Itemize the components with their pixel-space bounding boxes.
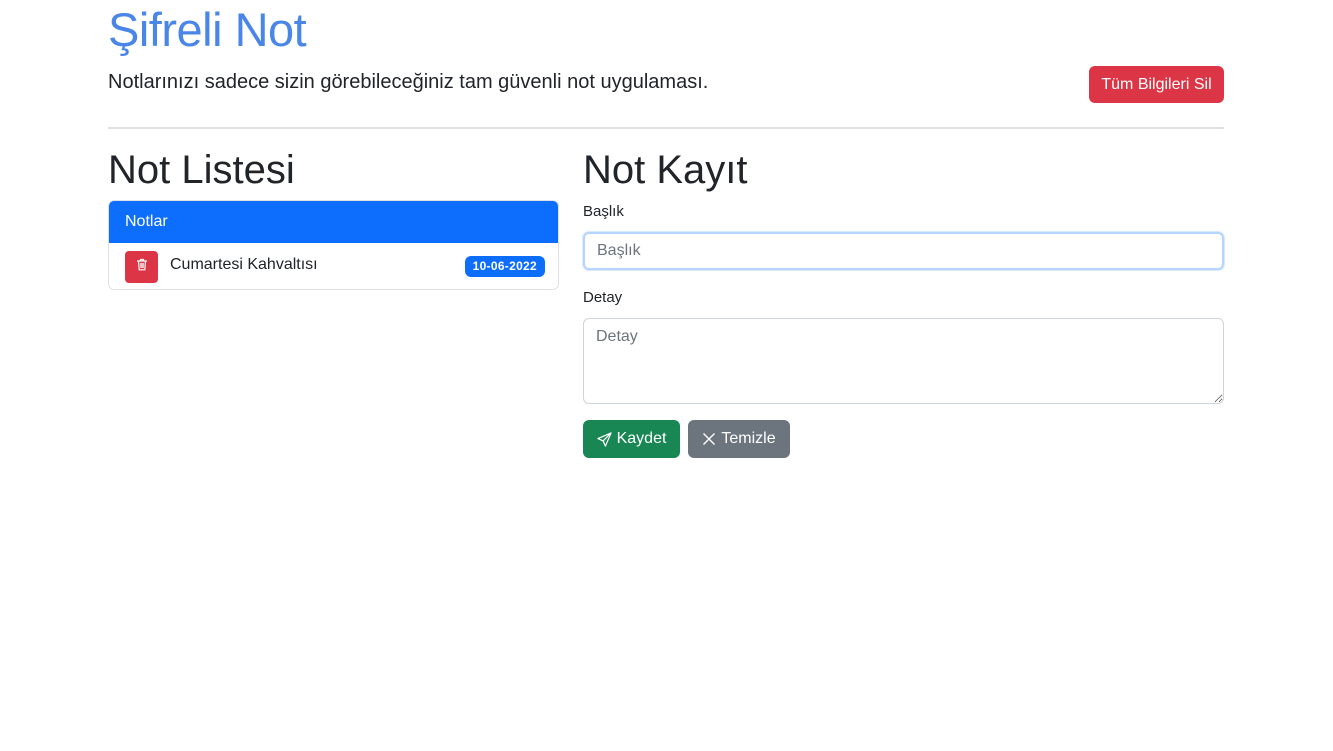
title-input[interactable] xyxy=(583,232,1224,270)
delete-note-button[interactable] xyxy=(125,250,158,283)
clear-all-button[interactable]: Tüm Bilgileri Sil xyxy=(1089,66,1224,103)
note-title[interactable]: Cumartesi Kahvaltısı xyxy=(170,256,318,274)
note-list-title: Not Listesi xyxy=(108,148,295,192)
title-label: Başlık xyxy=(583,203,624,220)
detail-label: Detay xyxy=(583,289,623,306)
note-list: Notlar Cumartesi Kahvaltısı 10-06-2022 xyxy=(108,200,559,290)
divider xyxy=(108,127,1224,129)
send-icon xyxy=(596,431,612,447)
clear-form-button[interactable]: Temizle xyxy=(688,420,790,458)
save-label: Kaydet xyxy=(616,430,667,447)
note-form-title: Not Kayıt xyxy=(583,148,748,192)
note-list-header: Notlar xyxy=(109,201,558,243)
detail-textarea[interactable] xyxy=(583,318,1224,404)
app-subtitle: Notlarınızı sadece sizin görebileceğiniz… xyxy=(108,71,709,93)
trash-icon xyxy=(136,258,148,276)
close-icon xyxy=(702,432,716,446)
date-badge: 10-06-2022 xyxy=(464,256,545,277)
list-item[interactable]: Cumartesi Kahvaltısı 10-06-2022 xyxy=(109,243,558,289)
clear-label: Temizle xyxy=(721,430,776,447)
save-button[interactable]: Kaydet xyxy=(583,420,680,458)
app-title: Şifreli Not xyxy=(108,3,307,56)
